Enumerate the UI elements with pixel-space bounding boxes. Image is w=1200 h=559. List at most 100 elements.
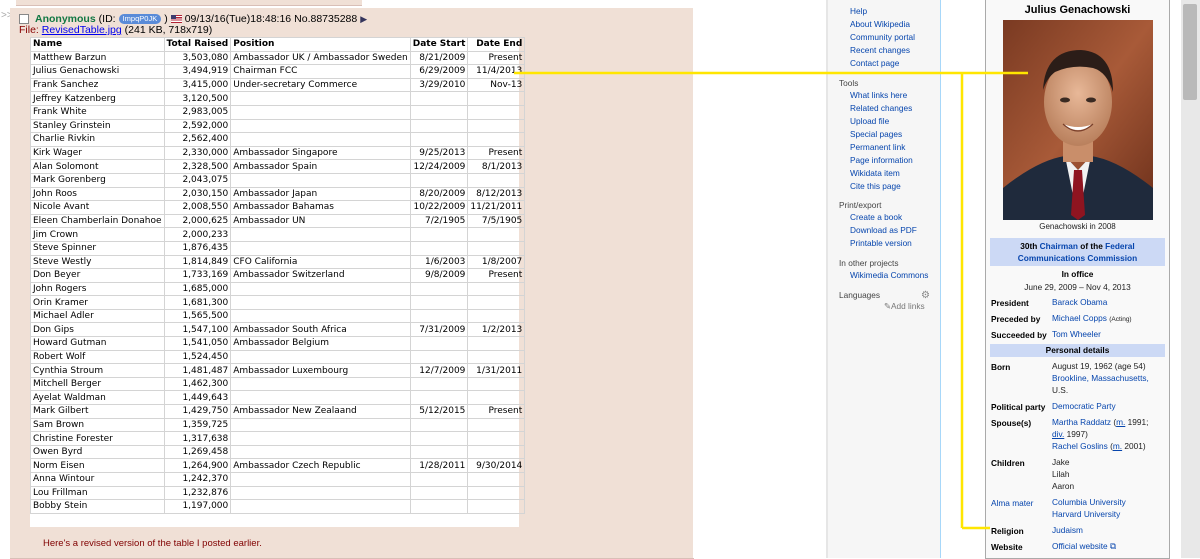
table-row: Jim Crown 2,000,233 xyxy=(30,227,526,242)
table-cell-total: 3,120,500 xyxy=(163,91,232,106)
table-cell-position xyxy=(230,472,411,487)
table-cell-total: 1,449,643 xyxy=(163,390,232,406)
preceded-link[interactable]: Michael Copps xyxy=(1052,313,1107,323)
table-cell-name: Norm Eisen xyxy=(30,458,165,473)
table-cell-date-start xyxy=(409,118,469,134)
nav-link-help[interactable]: Help xyxy=(850,6,867,16)
post-comment: Here's a revised version of the table I … xyxy=(43,538,262,549)
table-cell-date-start xyxy=(409,295,469,310)
alma-label[interactable]: Alma mater xyxy=(991,498,1033,508)
spouse2-m[interactable]: m. xyxy=(1113,441,1122,451)
poster-id[interactable]: ImpqP0JK xyxy=(118,14,162,24)
gear-icon[interactable]: ⚙ xyxy=(921,290,930,301)
tools-link-upload-file[interactable]: Upload file xyxy=(850,116,889,126)
scrollbar-thumb[interactable] xyxy=(1183,4,1197,100)
table-row: Bobby Stein 1,197,000 xyxy=(30,499,526,514)
tools-link-cite-this-page[interactable]: Cite this page xyxy=(850,181,901,191)
nav-link-contact-page[interactable]: Contact page xyxy=(850,58,899,68)
table-cell-date-end: Present xyxy=(467,50,526,66)
table-cell-date-end xyxy=(467,308,526,324)
president-link[interactable]: Barack Obama xyxy=(1052,297,1107,307)
print-link-printable-version[interactable]: Printable version xyxy=(850,238,912,248)
table-cell-total: 2,983,005 xyxy=(163,104,232,120)
table-cell-total: 3,494,919 xyxy=(163,64,232,79)
portrait-photo[interactable] xyxy=(1003,20,1153,220)
born-place-link[interactable]: Brookline, Massachusetts, xyxy=(1052,373,1149,383)
table-cell-total: 1,685,000 xyxy=(163,281,232,297)
table-cell-name: Frank Sanchez xyxy=(30,77,165,93)
table-cell-position xyxy=(230,390,411,406)
post-number[interactable]: No.88735288 xyxy=(294,13,357,25)
table-cell-date-start: 12/7/2009 xyxy=(409,363,469,378)
table-cell-name: Orin Kramer xyxy=(30,295,165,310)
file-link[interactable]: RevisedTable.jpg xyxy=(42,24,122,36)
tools-link-related-changes[interactable]: Related changes xyxy=(850,103,912,113)
spouse1-link[interactable]: Martha Raddatz xyxy=(1052,417,1111,427)
table-cell-date-start xyxy=(409,390,469,406)
succeeded-link[interactable]: Tom Wheeler xyxy=(1052,329,1101,339)
table-cell-position xyxy=(230,281,411,297)
post-select-checkbox[interactable] xyxy=(19,14,29,24)
print-link-create-a-book[interactable]: Create a book xyxy=(850,212,902,222)
table-cell-name: Lou Frillman xyxy=(30,485,165,501)
table-cell-name: Stanley Grinstein xyxy=(30,118,165,134)
spouse2-link[interactable]: Rachel Goslins xyxy=(1052,441,1108,451)
table-cell-total: 2,008,550 xyxy=(163,200,232,215)
website-link[interactable]: Official website xyxy=(1052,541,1108,551)
tools-link-page-information[interactable]: Page information xyxy=(850,155,913,165)
table-cell-name: Anna Wintour xyxy=(30,472,165,487)
file-info: File: RevisedTable.jpg (241 KB, 718x719) xyxy=(19,24,212,36)
tools-heading: Tools xyxy=(839,78,859,88)
nav-link-community-portal[interactable]: Community portal xyxy=(850,32,915,42)
party-link[interactable]: Democratic Party xyxy=(1052,401,1116,411)
table-cell-position xyxy=(230,104,411,120)
pencil-icon: ✎ xyxy=(884,301,891,311)
tools-link-what-links-here[interactable]: What links here xyxy=(850,90,907,100)
post-menu-arrow-icon[interactable]: ▶ xyxy=(360,14,367,25)
tools-link-permanent-link[interactable]: Permanent link xyxy=(850,142,905,152)
table-cell-date-start: 7/31/2009 xyxy=(409,322,469,338)
forum-post: >> Anonymous (ID: ImpqP0JK ) 09/13/16(Tu… xyxy=(0,0,694,559)
children-label: Children xyxy=(991,458,1025,468)
nav-link-recent-changes[interactable]: Recent changes xyxy=(850,45,910,55)
header-col-position: Position xyxy=(230,37,411,52)
alma-harvard-link[interactable]: Harvard University xyxy=(1052,509,1120,519)
table-cell-total: 2,000,625 xyxy=(163,213,232,229)
spouse1-m[interactable]: m. xyxy=(1116,417,1125,427)
post-image-table[interactable]: Name Total Raised Position Date Start Date E… xyxy=(30,37,526,527)
project-link-wikimedia-commons[interactable]: Wikimedia Commons xyxy=(850,270,928,280)
preceded-label: Preceded by xyxy=(991,314,1041,324)
nav-link-about-wikipedia[interactable]: About Wikipedia xyxy=(850,19,910,29)
infobox-title: Julius Genachowski xyxy=(1024,4,1131,16)
table-cell-total: 3,415,000 xyxy=(163,77,232,93)
table-cell-date-end: 7/5/1905 xyxy=(467,213,526,229)
add-links-link[interactable]: ✎Add links xyxy=(884,301,925,311)
table-row: Christine Forester 1,317,638 xyxy=(30,431,526,446)
wiki-article: Julius Genachowski Genachowski in 2008 3… xyxy=(941,0,1181,559)
table-cell-date-start: 1/28/2011 xyxy=(409,458,469,473)
table-cell-total: 1,681,300 xyxy=(163,295,232,310)
table-cell-date-end xyxy=(467,172,526,188)
header-col-date-start: Date Start xyxy=(409,37,469,52)
personal-details-header: Personal details xyxy=(990,344,1165,357)
table-cell-date-start xyxy=(409,431,469,446)
table-cell-date-end: 8/1/2013 xyxy=(467,159,526,174)
table-cell-name: Nicole Avant xyxy=(30,200,165,215)
religion-link[interactable]: Judaism xyxy=(1052,525,1083,535)
print-link-download-as-pdf[interactable]: Download as PDF xyxy=(850,225,917,235)
table-cell-date-end xyxy=(467,132,526,147)
table-cell-date-start: 9/8/2009 xyxy=(409,268,469,283)
table-cell-date-start xyxy=(409,485,469,501)
table-cell-position xyxy=(230,485,411,501)
tools-link-special-pages[interactable]: Special pages xyxy=(850,129,902,139)
alma-columbia-link[interactable]: Columbia University xyxy=(1052,497,1126,507)
table-cell-position xyxy=(230,132,411,147)
spouse1-div[interactable]: div. xyxy=(1052,429,1064,439)
tools-link-wikidata-item[interactable]: Wikidata item xyxy=(850,168,900,178)
born-date: August 19, 1962 (age 54) xyxy=(1052,361,1146,371)
office-chairman-link[interactable]: Chairman xyxy=(1040,241,1078,251)
table-cell-name: Don Beyer xyxy=(30,268,165,283)
table-row: Stanley Grinstein 2,592,000 xyxy=(30,118,526,134)
table-cell-total: 1,876,435 xyxy=(163,240,232,256)
donor-table: Name Total Raised Position Date Start Date E… xyxy=(30,37,526,514)
